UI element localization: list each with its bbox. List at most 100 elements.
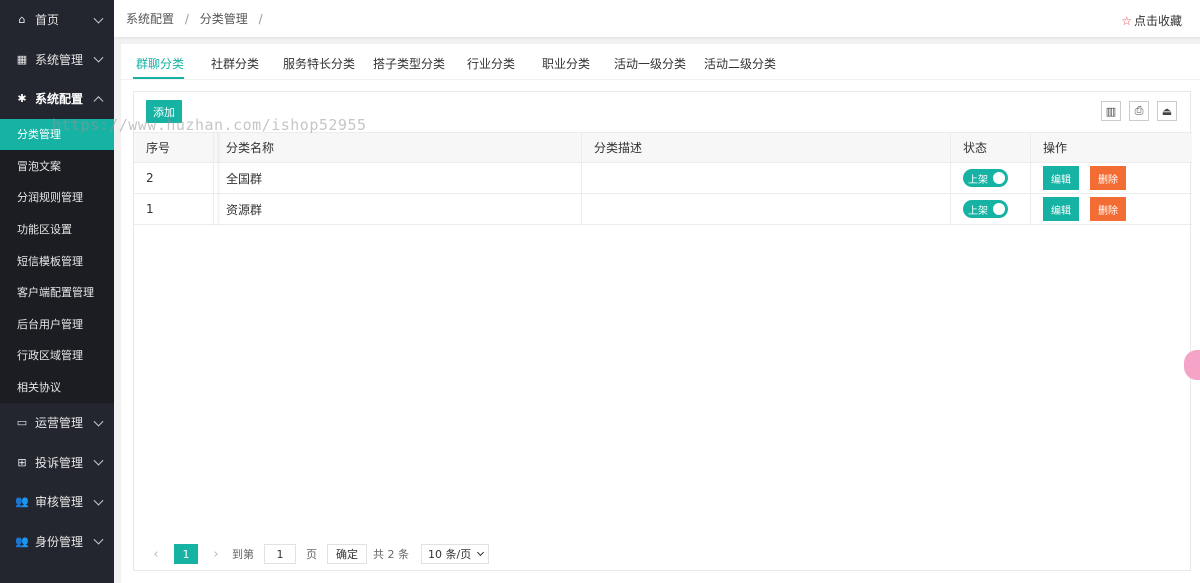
toggle-knob (993, 172, 1005, 184)
column-header-actions[interactable]: 操作 (1031, 133, 1192, 162)
status-toggle-label: 上架 (968, 205, 988, 217)
breadcrumb-item[interactable]: 系统配置 (126, 12, 174, 26)
grid-icon: ⊞ (17, 455, 27, 469)
tab-occupation[interactable]: 职业分类 (542, 55, 590, 72)
tab-group-chat[interactable]: 群聊分类 (136, 55, 184, 72)
sidebar-subitem-bubble-copy[interactable]: 冒泡文案 (0, 150, 114, 182)
sidebar-subitem-client-config[interactable]: 客户端配置管理 (0, 276, 114, 308)
table-row: 1 资源群 上架 编辑 删除 (134, 194, 1192, 225)
user-group-icon: 👥 (15, 534, 29, 548)
tab-partner-type[interactable]: 搭子类型分类 (373, 55, 445, 72)
chevron-down-icon (476, 548, 485, 557)
gear-icon: ✱ (17, 92, 27, 106)
sidebar-subitem-admin-users[interactable]: 后台用户管理 (0, 308, 114, 340)
sidebar-subitem-function-area[interactable]: 功能区设置 (0, 213, 114, 245)
goto-page-input[interactable] (264, 544, 296, 564)
sidebar-subitem-sms-template[interactable]: 短信模板管理 (0, 245, 114, 277)
column-header-seq[interactable]: 序号 (134, 133, 214, 162)
sidebar-subitem-category[interactable]: 分类管理 (0, 118, 114, 151)
cell-desc (582, 194, 951, 224)
sidebar-item-label: 系统管理 (35, 52, 84, 67)
tab-activity-level-1[interactable]: 活动一级分类 (614, 55, 686, 72)
edit-button[interactable]: 编辑 (1043, 166, 1079, 190)
sidebar: ⌂ 首页 ▦ 系统管理 ✱ 系统配置 分类管理 冒泡文案 分润规则管理 功能区设… (0, 0, 114, 583)
next-page-button[interactable]: › (206, 547, 226, 562)
breadcrumb: 系统配置 / 分类管理 / (126, 10, 270, 27)
table-row: 2 全国群 上架 编辑 删除 (134, 163, 1192, 194)
main-content: 群聊分类 社群分类 服务特长分类 搭子类型分类 行业分类 职业分类 活动一级分类… (121, 44, 1200, 583)
status-toggle-label: 上架 (968, 174, 988, 186)
table-header-row: 序号 分类名称 分类描述 状态 操作 (134, 132, 1192, 163)
pagination: ‹ 1 › 到第 页 确定 共 2 条 10 条/页 (146, 543, 489, 565)
chevron-down-icon (93, 13, 104, 24)
tab-industry[interactable]: 行业分类 (467, 55, 515, 72)
cell-status: 上架 (951, 194, 1031, 224)
sidebar-submenu: 分类管理 冒泡文案 分润规则管理 功能区设置 短信模板管理 客户端配置管理 后台… (0, 118, 114, 403)
edit-button[interactable]: 编辑 (1043, 197, 1079, 221)
goto-label: 到第 (232, 548, 254, 561)
tab-activity-level-2[interactable]: 活动二级分类 (704, 55, 776, 72)
sidebar-item-label: 投诉管理 (35, 455, 84, 470)
sidebar-subitem-regions[interactable]: 行政区域管理 (0, 340, 114, 372)
export-icon[interactable]: ⏏ (1157, 101, 1177, 121)
sidebar-item-complaints[interactable]: ⊞ 投诉管理 (0, 442, 114, 482)
chevron-up-icon (93, 95, 104, 106)
page-size-value: 10 条/页 (428, 548, 472, 561)
active-tab-indicator (133, 77, 184, 79)
sidebar-item-label: 首页 (35, 13, 60, 28)
delete-button[interactable]: 删除 (1090, 166, 1126, 190)
status-toggle[interactable]: 上架 (963, 200, 1008, 218)
chevron-down-icon (93, 495, 104, 506)
sidebar-item-system-config[interactable]: ✱ 系统配置 (0, 79, 114, 119)
category-tabs: 群聊分类 社群分类 服务特长分类 搭子类型分类 行业分类 职业分类 活动一级分类… (121, 44, 1200, 80)
top-header: 系统配置 / 分类管理 / ☆ 点击收藏 (114, 0, 1200, 38)
sidebar-item-label: 运营管理 (35, 416, 84, 431)
sidebar-item-label: 系统配置 (35, 92, 84, 107)
prev-page-button[interactable]: ‹ (146, 547, 166, 562)
cell-seq: 1 (134, 194, 214, 224)
print-icon[interactable]: ⎙ (1129, 101, 1149, 121)
sidebar-item-operations[interactable]: ▭ 运营管理 (0, 403, 114, 443)
cell-actions: 编辑 删除 (1031, 194, 1192, 224)
cell-desc (582, 163, 951, 193)
tab-service-skill[interactable]: 服务特长分类 (283, 55, 355, 72)
sidebar-item-label: 审核管理 (35, 495, 84, 510)
fixed-column-shadow (213, 132, 217, 224)
page-unit-label: 页 (306, 548, 317, 561)
cell-name: 全国群 (214, 163, 582, 193)
table-panel: 添加 ▥ ⎙ ⏏ 序号 分类名称 分类描述 状态 操作 2 全国群 上架 编辑 … (133, 91, 1192, 571)
sidebar-item-review[interactable]: 👥 审核管理 (0, 482, 114, 522)
users-icon: 👥 (15, 495, 29, 509)
sidebar-subitem-profit-rules[interactable]: 分润规则管理 (0, 182, 114, 214)
sidebar-item-identity[interactable]: 👥 身份管理 (0, 521, 114, 561)
sidebar-subitem-agreements[interactable]: 相关协议 (0, 371, 114, 403)
cell-actions: 编辑 删除 (1031, 163, 1192, 193)
tab-community[interactable]: 社群分类 (211, 55, 259, 72)
status-toggle[interactable]: 上架 (963, 169, 1008, 187)
delete-button[interactable]: 删除 (1090, 197, 1126, 221)
breadcrumb-separator: / (184, 12, 189, 26)
category-table: 序号 分类名称 分类描述 状态 操作 2 全国群 上架 编辑 删除 1 资源群 … (134, 132, 1192, 225)
sidebar-item-system-management[interactable]: ▦ 系统管理 (0, 40, 114, 80)
columns-icon[interactable]: ▥ (1101, 101, 1121, 121)
windows-icon: ▦ (16, 52, 28, 66)
goto-confirm-button[interactable]: 确定 (327, 544, 367, 564)
chevron-down-icon (93, 534, 104, 545)
chevron-down-icon (93, 455, 104, 466)
favorite-label: 点击收藏 (1133, 14, 1182, 28)
column-header-name[interactable]: 分类名称 (214, 133, 582, 162)
add-button[interactable]: 添加 (146, 100, 182, 123)
column-header-desc[interactable]: 分类描述 (582, 133, 951, 162)
breadcrumb-item[interactable]: 分类管理 (200, 12, 248, 26)
star-icon: ☆ (1121, 13, 1132, 28)
home-icon: ⌂ (18, 13, 26, 27)
floating-helper-button[interactable] (1184, 350, 1200, 380)
page-size-select[interactable]: 10 条/页 (421, 544, 489, 564)
column-header-status[interactable]: 状态 (951, 133, 1031, 162)
breadcrumb-separator: / (258, 12, 263, 26)
cell-status: 上架 (951, 163, 1031, 193)
sidebar-item-home[interactable]: ⌂ 首页 (0, 0, 114, 40)
current-page[interactable]: 1 (174, 544, 198, 564)
cell-name: 资源群 (214, 194, 582, 224)
favorite-button[interactable]: ☆ 点击收藏 (1121, 12, 1182, 29)
